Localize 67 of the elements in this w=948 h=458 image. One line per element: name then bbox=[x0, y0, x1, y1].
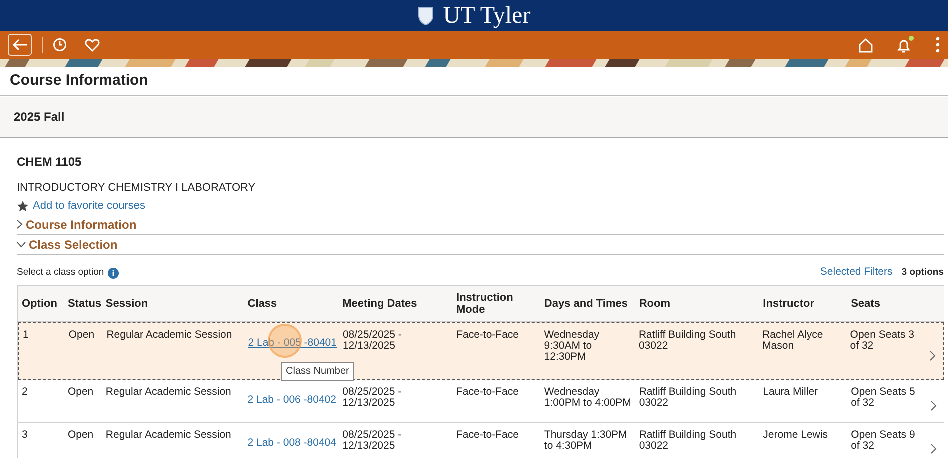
column-header: Status bbox=[68, 298, 100, 310]
table-cell-text: Face-to-Face bbox=[456, 430, 520, 441]
class-link[interactable]: 2 Lab - 008 -80404 bbox=[248, 437, 336, 449]
chevron-right-icon bbox=[931, 401, 937, 411]
table-cell-text: Regular Academic Session bbox=[106, 330, 234, 341]
course-title: INTRODUCTORY CHEMISTRY I LABORATORY bbox=[17, 182, 256, 194]
class-link[interactable]: 2 Lab - 006 -80402 bbox=[248, 394, 336, 406]
bell-icon[interactable] bbox=[896, 38, 912, 54]
table-cell-text: Rachel Alyce Mason bbox=[762, 330, 824, 352]
arrow-icon bbox=[12, 38, 28, 52]
table-cell-text: 1 bbox=[23, 330, 30, 341]
chevron-right-icon bbox=[17, 220, 23, 229]
table-cell-text: Open bbox=[68, 387, 95, 398]
table-cell-text: 3 bbox=[22, 430, 29, 441]
table-cell-text: 2 bbox=[22, 387, 29, 398]
table-cell-text: Jerome Lewis bbox=[763, 430, 829, 441]
selected-filters-link[interactable]: Selected Filters bbox=[820, 265, 893, 281]
table-cell-text: Open bbox=[68, 430, 95, 441]
page-title: Course Information bbox=[10, 70, 148, 91]
table-cell-text: Face-to-Face bbox=[456, 387, 520, 398]
table-cell-text: 08/25/2025 - 12/13/2025 bbox=[342, 330, 403, 352]
favorite-link[interactable]: Add to favorite courses bbox=[33, 198, 146, 214]
select-prompt: Select a class option bbox=[17, 266, 104, 280]
star-icon bbox=[17, 200, 29, 212]
column-header: Instruction Mode bbox=[456, 292, 514, 316]
options-count: 3 options bbox=[902, 266, 944, 280]
section-header[interactable]: Course Information bbox=[17, 215, 944, 235]
chevron-right-icon bbox=[930, 351, 936, 361]
clock-icon[interactable] bbox=[53, 38, 67, 52]
table-cell-text: 08/25/2025 - 12/13/2025 bbox=[342, 430, 403, 452]
table-cell-text: Open Seats 5 of 32 bbox=[851, 387, 916, 409]
info-icon[interactable] bbox=[108, 268, 120, 278]
table-cell-text: 08/25/2025 - 12/13/2025 bbox=[342, 387, 403, 409]
section-header[interactable]: Class Selection bbox=[17, 235, 944, 255]
column-header: Seats bbox=[851, 298, 882, 310]
column-header: Days and Times bbox=[544, 298, 629, 310]
table-cell-text: Ratliff Building South 03022 bbox=[639, 430, 738, 452]
more-icon[interactable] bbox=[936, 37, 940, 53]
table-cell-text: Face-to-Face bbox=[456, 330, 520, 341]
column-header: Meeting Dates bbox=[342, 298, 418, 310]
table-cell-text: Laura Miller bbox=[763, 387, 820, 398]
table-cell-text: Ratliff Building South 03022 bbox=[639, 387, 738, 409]
chevron-right-icon bbox=[931, 444, 937, 454]
class-link[interactable]: 2 Lab - 005 -80401 bbox=[248, 337, 337, 349]
column-header: Instructor bbox=[763, 298, 816, 310]
tooltip: Class Number bbox=[281, 362, 354, 381]
table-cell-text: Open Seats 9 of 32 bbox=[851, 430, 916, 452]
table-cell-text: Open Seats 3 of 32 bbox=[850, 330, 916, 352]
column-header: Class bbox=[248, 298, 278, 310]
table-cell-text: Regular Academic Session bbox=[106, 430, 232, 441]
column-header: Room bbox=[639, 298, 672, 310]
logo-text: UT Tyler bbox=[443, 4, 531, 28]
term-label: 2025 Fall bbox=[14, 109, 65, 126]
table-cell-text: Regular Academic Session bbox=[106, 387, 232, 398]
table-cell-text: Ratliff Building South 03022 bbox=[638, 330, 738, 352]
table-cell-text: Open bbox=[68, 330, 96, 341]
shield-icon bbox=[417, 6, 436, 26]
table-cell-text: Wednesday 9:30AM to 12:30PM bbox=[544, 330, 601, 363]
course-code: CHEM 1105 bbox=[17, 155, 82, 169]
column-header: Session bbox=[106, 298, 150, 310]
back-button[interactable] bbox=[8, 34, 32, 56]
chevron-down-icon bbox=[17, 242, 26, 248]
column-header: Option bbox=[22, 298, 58, 310]
table-cell-text: Thursday 1:30PM to 4:30PM bbox=[544, 430, 628, 452]
heart-icon[interactable] bbox=[85, 38, 100, 52]
home-icon[interactable] bbox=[858, 38, 874, 52]
table-cell-text: Wednesday 1:00PM to 4:00PM bbox=[544, 387, 632, 409]
